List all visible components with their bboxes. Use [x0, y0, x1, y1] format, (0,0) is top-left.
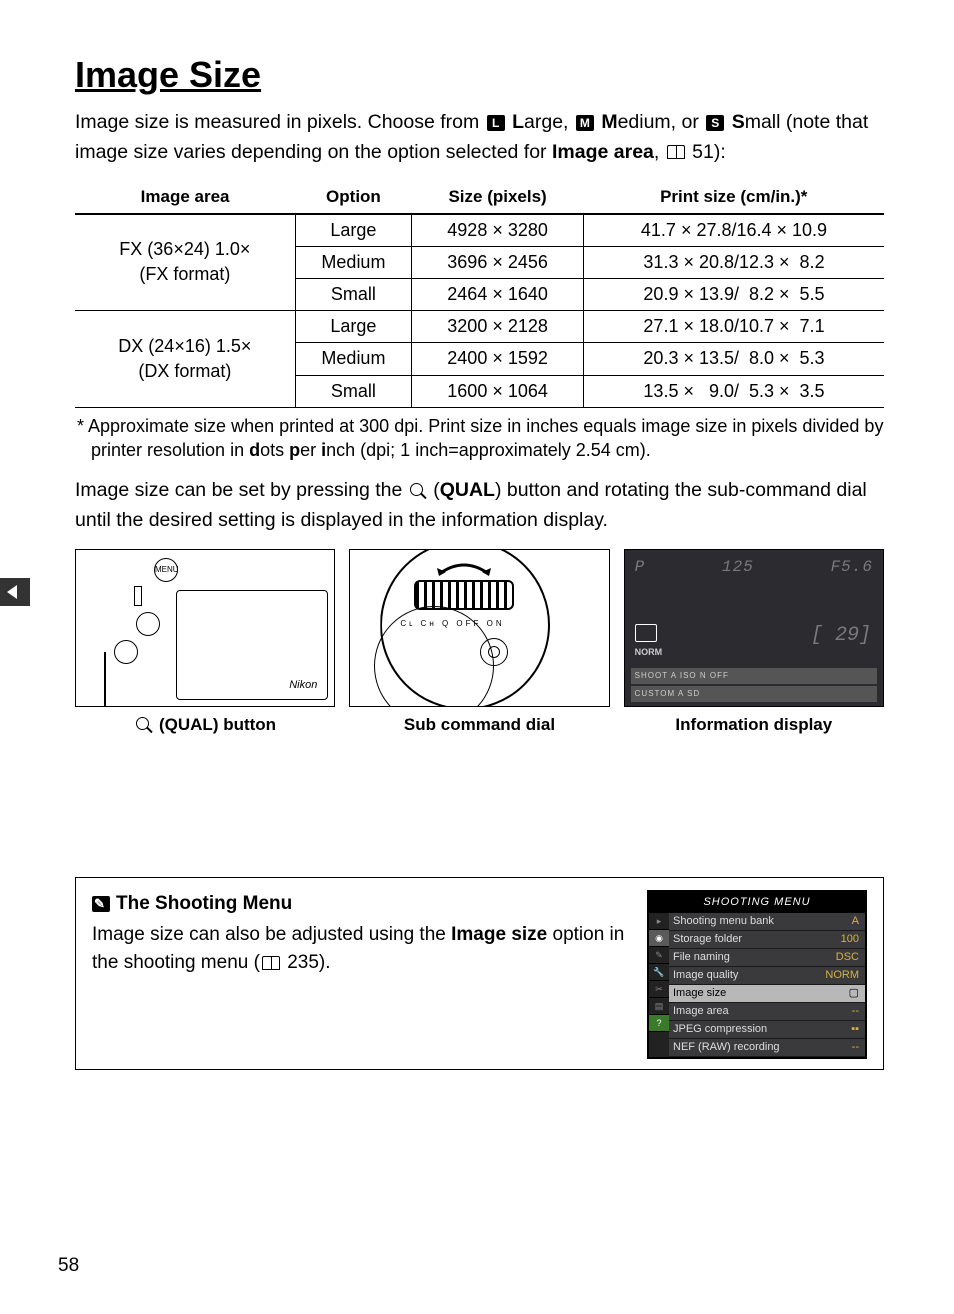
- intro-paragraph: Image size is measured in pixels. Choose…: [75, 108, 884, 167]
- caption-sub-dial: Sub command dial: [349, 713, 609, 737]
- qual-button-illustration: MENU Nikon: [75, 549, 335, 707]
- book-icon: [262, 956, 280, 970]
- shooting-menu-tip-box: The Shooting Menu Image size can also be…: [75, 877, 884, 1070]
- fx-area-cell: FX (36×24) 1.0× (FX format): [75, 214, 295, 311]
- page-heading: Image Size: [75, 50, 884, 100]
- information-display-illustration: P125F5.6 [ 29] NORM SHOOT A ISO N OFF CU…: [624, 549, 884, 707]
- small-icon: S: [706, 115, 724, 131]
- dx-area-cell: DX (24×16) 1.5× (DX format): [75, 311, 295, 408]
- shooting-menu-screenshot: SHOOTING MENU ▸ ◉ ✎ 🔧 ✂ ▤ ? Shooting men…: [647, 890, 867, 1059]
- book-icon: [667, 145, 685, 159]
- medium-icon: M: [576, 115, 594, 131]
- sub-command-dial-illustration: Cʟ Cʜ Q OFF ON: [349, 549, 609, 707]
- page-number: 58: [58, 1253, 79, 1280]
- sidebar-camera-icon: [0, 578, 30, 606]
- pencil-icon: [92, 896, 110, 912]
- instruction-paragraph: Image size can be set by pressing the (Q…: [75, 476, 884, 535]
- caption-info-display: Information display: [624, 713, 884, 737]
- large-icon: L: [487, 115, 505, 131]
- size-table: Image area Option Size (pixels) Print si…: [75, 181, 884, 408]
- magnify-plus-icon: [410, 483, 426, 499]
- caption-qual-button: (QUAL) button: [75, 713, 335, 737]
- table-footnote: * Approximate size when printed at 300 d…: [75, 414, 884, 463]
